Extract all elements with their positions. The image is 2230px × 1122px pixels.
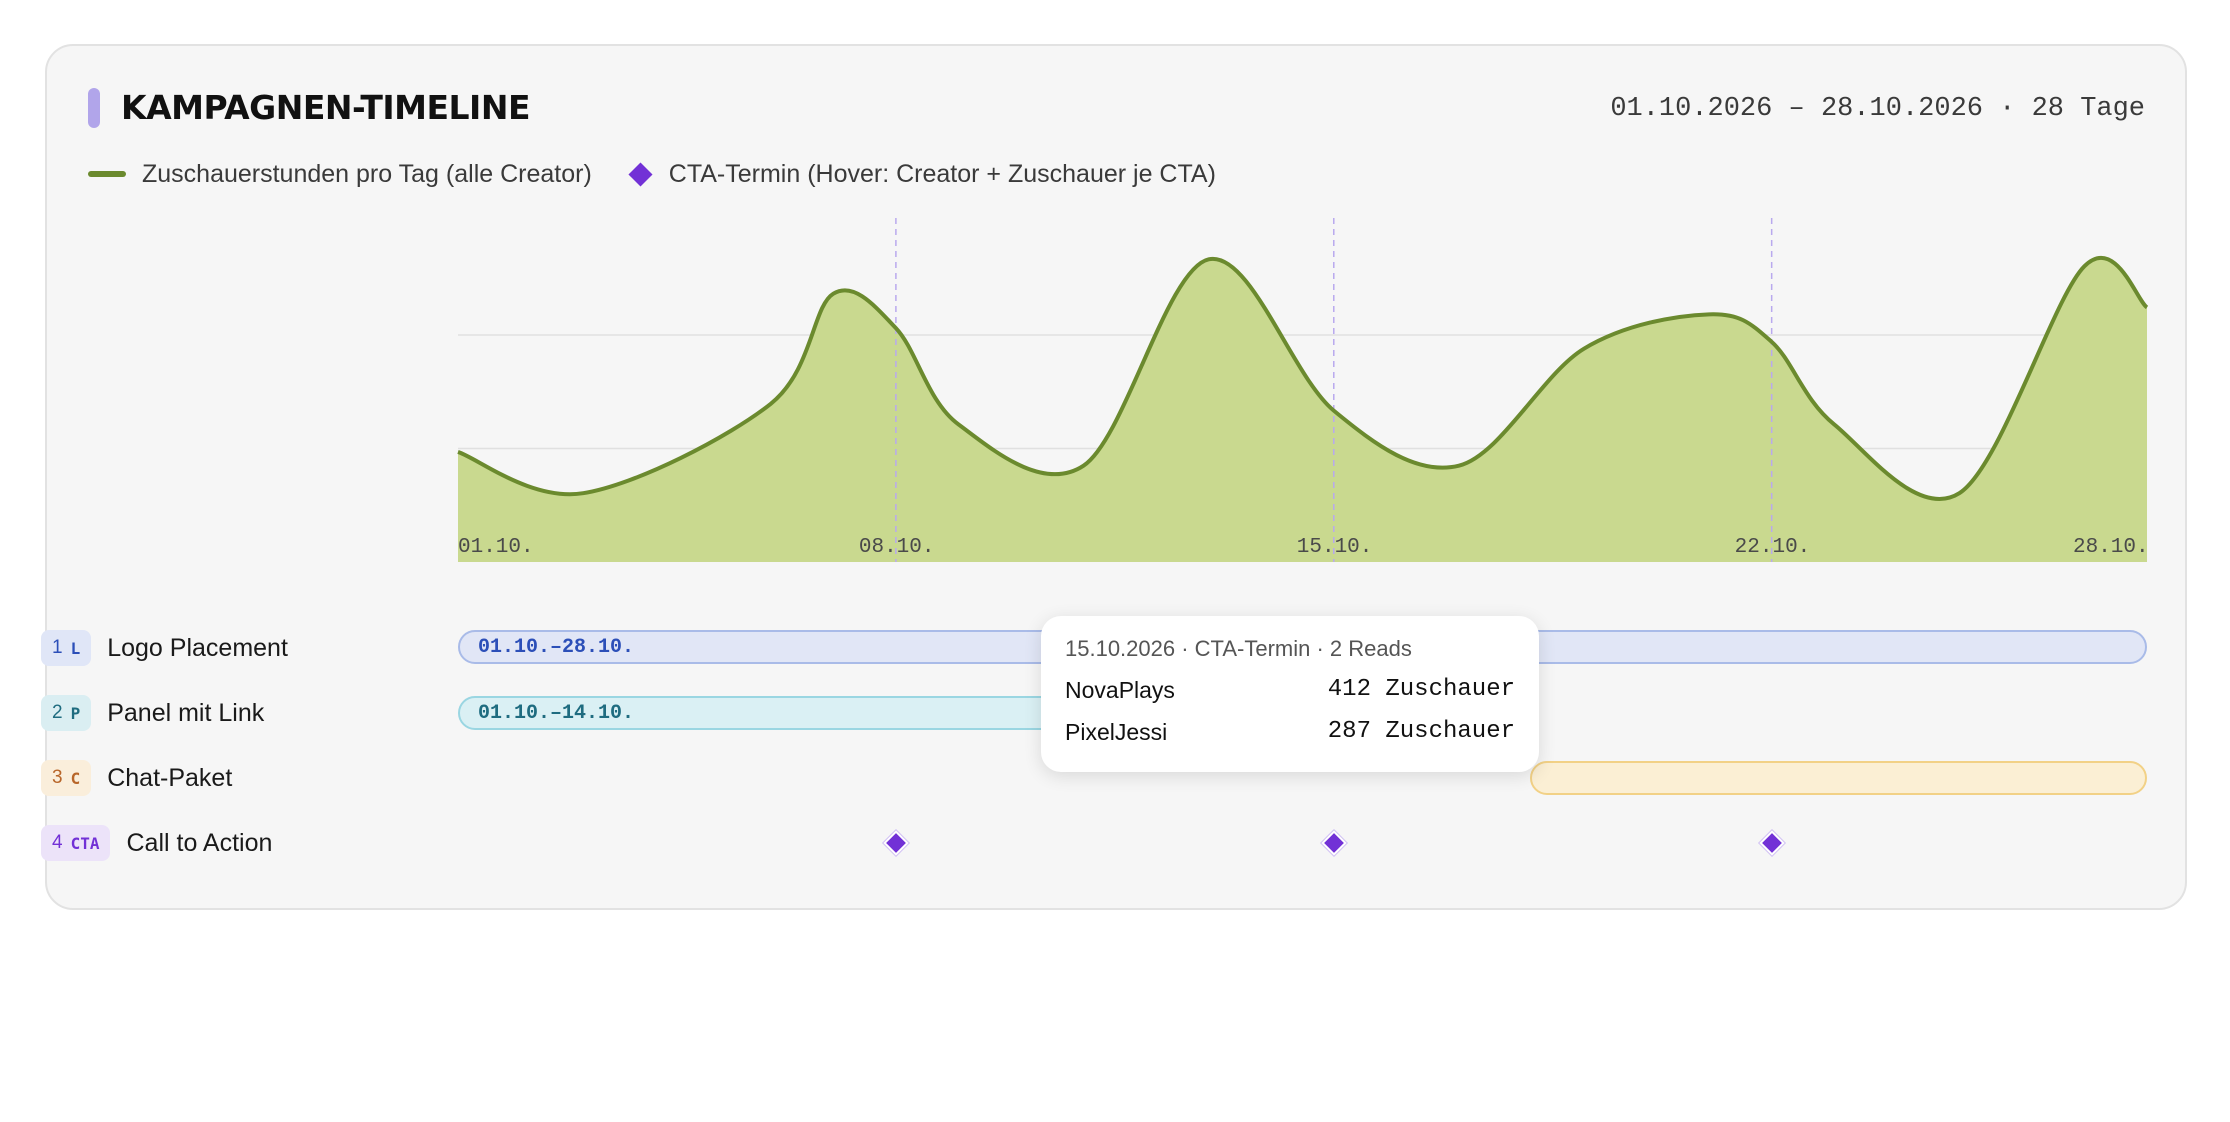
row-call-to-action[interactable]: 4 CTA Call to Action — [41, 824, 272, 862]
x-tick-label: 28.10. — [2073, 536, 2149, 559]
x-tick-label: 08.10. — [858, 536, 935, 559]
tooltip-creator-name: PixelJessi — [1065, 719, 1168, 745]
row-logo-placement[interactable]: 1L Logo Placement — [41, 629, 288, 667]
cta-tooltip: 15.10.2026 · CTA-Termin · 2 Reads NovaPl… — [1041, 616, 1539, 772]
viewer-hours-area — [458, 257, 2147, 562]
row-badge: 2P — [41, 695, 92, 731]
x-tick-label: 22.10. — [1734, 536, 1811, 559]
row-badge: 3C — [41, 760, 92, 796]
x-tick-label: 01.10. — [458, 536, 534, 559]
x-tick-label: 15.10. — [1296, 536, 1373, 559]
row-label: Logo Placement — [107, 633, 288, 662]
viewer-hours-chart[interactable] — [0, 0, 2230, 1122]
row-label: Chat-Paket — [107, 763, 233, 792]
tooltip-entry: NovaPlays 412 Zuschauer — [1065, 674, 1515, 706]
bar-chat-paket[interactable] — [1530, 761, 2147, 795]
row-label: Call to Action — [126, 828, 273, 857]
row-label: Panel mit Link — [107, 698, 265, 727]
row-chat-paket[interactable]: 3C Chat-Paket — [41, 759, 232, 797]
tooltip-creator-name: NovaPlays — [1065, 677, 1175, 703]
row-badge: 4 CTA — [41, 825, 111, 861]
row-badge: 1L — [41, 630, 92, 666]
tooltip-entry: PixelJessi 287 Zuschauer — [1065, 716, 1515, 748]
row-panel-link[interactable]: 2P Panel mit Link — [41, 694, 264, 732]
tooltip-header: 15.10.2026 · CTA-Termin · 2 Reads — [1065, 636, 1412, 661]
tooltip-viewer-count: 412 Zuschauer — [1327, 676, 1515, 703]
tooltip-viewer-count: 287 Zuschauer — [1327, 718, 1515, 745]
